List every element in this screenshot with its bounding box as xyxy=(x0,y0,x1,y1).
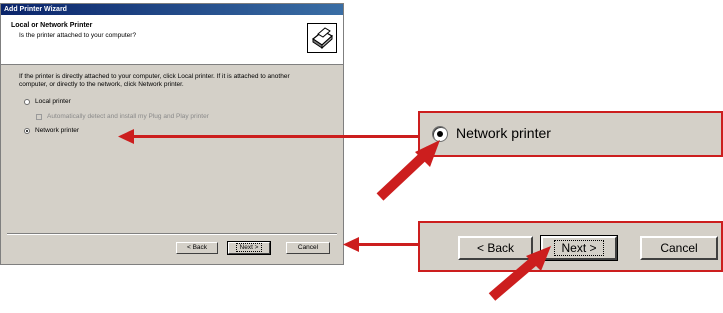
arrow-left-icon xyxy=(343,237,418,252)
callout-arrows xyxy=(118,129,551,301)
pointer-arrow-icon xyxy=(488,246,551,301)
arrow-left-icon xyxy=(118,129,418,144)
pointer-arrow-icon xyxy=(376,140,440,201)
